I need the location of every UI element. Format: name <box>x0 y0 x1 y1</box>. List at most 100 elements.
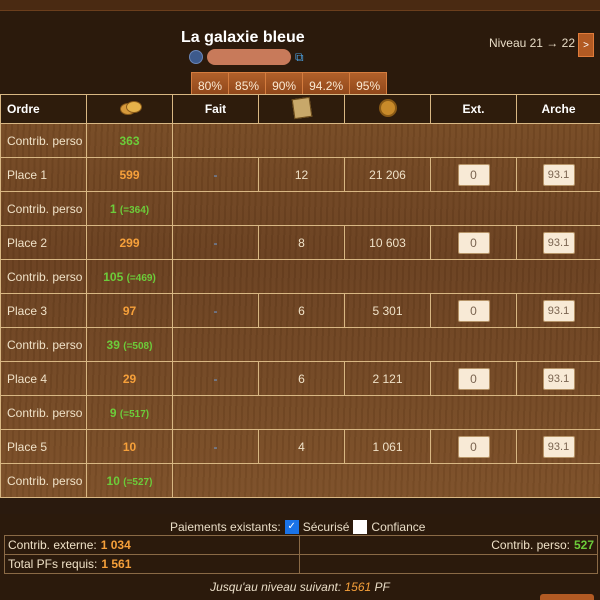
contrib-perso-value: 527 <box>573 538 594 552</box>
ext-cell: 0 <box>430 157 517 192</box>
fp-cumulative: (=508) <box>123 340 153 352</box>
arche-cell: 93.1 <box>516 361 600 396</box>
fp-cell: 105 (=469) <box>86 259 173 294</box>
column-header-arche: Arche <box>516 94 600 124</box>
table-row-place: Place 1 599 -12 21 206 0 93.1 <box>0 157 600 192</box>
row-label: Place 2 <box>0 225 87 260</box>
row-label: Contrib. perso <box>0 395 87 430</box>
blueprint-icon <box>291 96 312 119</box>
ext-cell: 0 <box>430 429 517 464</box>
medals-cell: 10 603 <box>344 225 431 260</box>
contrib-externe-cell: Contrib. externe: 1 034 <box>5 536 299 554</box>
empty-cell <box>299 555 597 573</box>
contrib-externe-value: 1 034 <box>100 538 131 552</box>
empty-cell <box>172 327 600 362</box>
blueprints-cell: 4 <box>258 429 345 464</box>
arche-input[interactable]: 93.1 <box>542 299 575 322</box>
table-row-perso: Contrib. perso 363 <box>0 123 600 158</box>
next-level-button[interactable]: > <box>578 33 594 57</box>
fp-cumulative: (=527) <box>123 476 153 488</box>
fp-value: 97 <box>122 303 137 318</box>
arche-cell: 93.1 <box>516 157 600 192</box>
fp-cell: 29 <box>86 361 173 396</box>
fp-cumulative: (=517) <box>119 408 150 420</box>
empty-cell <box>172 191 600 226</box>
fp-cell: 97 <box>86 293 173 328</box>
fait-cell: - <box>172 429 259 464</box>
fp-cell: 10 <box>86 429 173 464</box>
fp-cumulative: (=364) <box>119 204 150 216</box>
arche-input[interactable]: 93.1 <box>542 367 575 390</box>
fp-cell: 10 (=527) <box>86 463 173 498</box>
blueprints-cell: 12 <box>258 157 345 192</box>
summary-row: Contrib. externe: 1 034 Contrib. perso: … <box>5 536 597 555</box>
ext-input[interactable]: 0 <box>457 367 490 390</box>
fait-cell: - <box>172 293 259 328</box>
arche-cell: 93.1 <box>516 225 600 260</box>
fp-value: 9 <box>109 405 117 420</box>
fp-value: 599 <box>119 167 140 182</box>
ext-input[interactable]: 0 <box>457 299 490 322</box>
fp-value: 105 <box>103 269 124 284</box>
table-row-perso: Contrib. perso 39 (=508) <box>0 327 600 362</box>
next-level-line: Jusqu'au niveau suivant: 1561 PF <box>0 580 600 594</box>
trust-label: Confiance <box>371 520 426 534</box>
row-label: Place 5 <box>0 429 87 464</box>
fait-cell: - <box>172 157 259 192</box>
total-cell: Total PFs requis: 1 561 <box>5 555 299 573</box>
contrib-perso-cell: Contrib. perso: 527 <box>299 536 597 554</box>
blueprints-cell: 6 <box>258 293 345 328</box>
row-label: Place 4 <box>0 361 87 396</box>
table-row-place: Place 3 97 -6 5 301 0 93.1 <box>0 293 600 328</box>
next-level-label: Jusqu'au niveau suivant: <box>210 580 342 594</box>
fp-cell: 9 (=517) <box>86 395 173 430</box>
next-level-unit: PF <box>374 580 390 594</box>
column-header-ext: Ext. <box>430 94 517 124</box>
forge-points-icon <box>119 100 142 116</box>
owner-name-redacted[interactable] <box>207 49 291 65</box>
fp-cell: 39 (=508) <box>86 327 173 362</box>
arche-input[interactable]: 93.1 <box>542 231 575 254</box>
trust-checkbox[interactable] <box>353 520 368 534</box>
secure-checkbox[interactable]: ✓ <box>284 520 299 534</box>
ext-input[interactable]: 0 <box>457 231 490 254</box>
row-label: Place 3 <box>0 293 87 328</box>
row-label: Contrib. perso <box>0 463 87 498</box>
header: La galaxie bleue ⧉ Niveau 21 → 22 > 80% … <box>0 11 600 100</box>
arche-input[interactable]: 93.1 <box>542 163 575 186</box>
fp-cumulative: (=469) <box>126 272 156 284</box>
contribution-table: Ordre Fait Ext. Arche Contrib. perso 363 … <box>0 94 600 498</box>
fp-cell: 299 <box>86 225 173 260</box>
ext-input[interactable]: 0 <box>457 435 490 458</box>
table-row-perso: Contrib. perso 10 (=527) <box>0 463 600 498</box>
table-row-perso: Contrib. perso 1 (=364) <box>0 191 600 226</box>
arche-cell: 93.1 <box>516 293 600 328</box>
medal-icon <box>378 98 397 117</box>
external-link-icon[interactable]: ⧉ <box>295 51 307 63</box>
medals-cell: 1 061 <box>344 429 431 464</box>
column-header-fp <box>86 94 173 124</box>
fp-value: 1 <box>109 201 117 216</box>
top-bar <box>0 0 600 11</box>
secure-label: Sécurisé <box>302 520 350 534</box>
ext-input[interactable]: 0 <box>457 163 490 186</box>
payments-label: Paiements existants: <box>170 520 281 534</box>
row-label: Contrib. perso <box>0 123 87 158</box>
contrib-perso-label: Contrib. perso: <box>491 538 570 552</box>
fp-cell: 363 <box>86 123 173 158</box>
empty-cell <box>172 259 600 294</box>
column-header-medals <box>344 94 431 124</box>
empty-cell <box>172 463 600 498</box>
ext-cell: 0 <box>430 293 517 328</box>
great-building-title: La galaxie bleue <box>181 29 305 46</box>
fait-cell: - <box>172 361 259 396</box>
fp-value: 10 <box>106 473 120 488</box>
contribution-table-panel: Ordre Fait Ext. Arche Contrib. perso 363 … <box>0 94 600 498</box>
empty-cell <box>172 123 600 158</box>
bottom-button[interactable] <box>540 594 594 600</box>
arche-input[interactable]: 93.1 <box>542 435 575 458</box>
next-level-value: 1561 <box>344 580 372 594</box>
summary-table: Contrib. externe: 1 034 Contrib. perso: … <box>4 535 598 574</box>
column-header-plans <box>258 94 345 124</box>
ext-cell: 0 <box>430 361 517 396</box>
